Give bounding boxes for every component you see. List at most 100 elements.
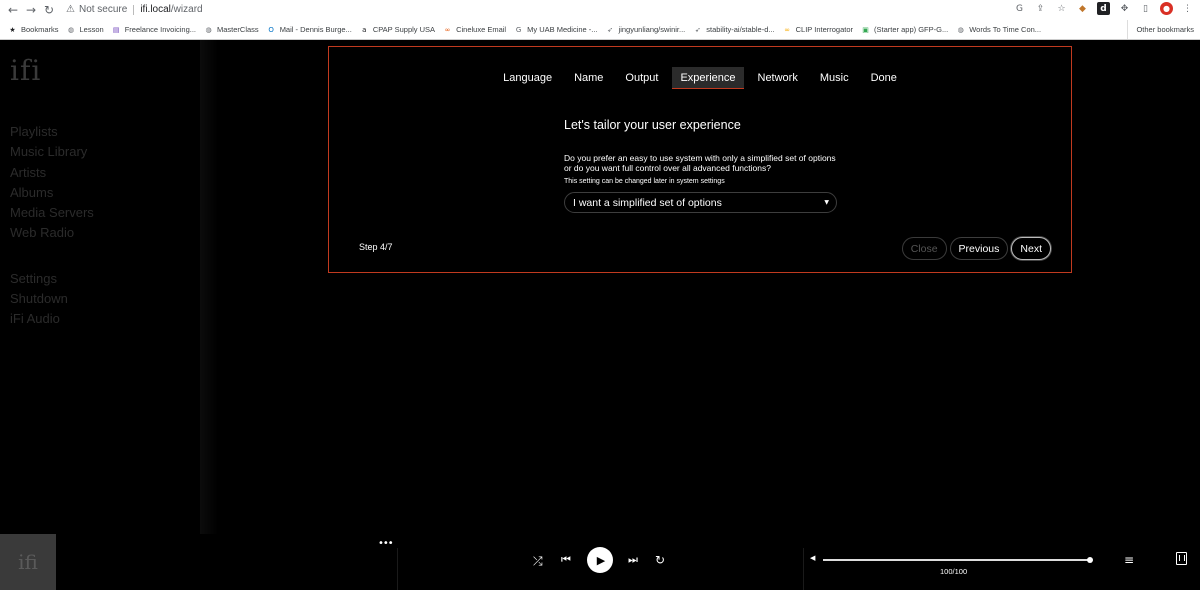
wizard-content: Let's tailor your user experience Do you… — [564, 118, 844, 213]
play-button[interactable]: ▶ — [587, 547, 613, 573]
bookmark-label: CPAP Supply USA — [372, 25, 436, 34]
bookmark-item[interactable]: ★ Bookmarks — [8, 25, 59, 34]
sidebar-item-music-library[interactable]: Music Library — [10, 142, 94, 162]
bookmark-item[interactable]: ∞ CLIP Interrogator — [783, 25, 853, 34]
repeat-icon[interactable]: ↻ — [655, 553, 665, 567]
volume-slider[interactable] — [823, 557, 1093, 563]
address-bar[interactable]: ⚠ Not secure ifi.local/wizard — [66, 0, 203, 19]
fox-extension-icon[interactable]: ◆ — [1076, 2, 1089, 15]
play-icon: ▶ — [596, 553, 606, 567]
ifi-logo[interactable]: ifi — [10, 54, 41, 87]
profile-avatar-icon[interactable]: ● — [1160, 2, 1173, 15]
bookmark-label: Freelance Invoicing... — [124, 25, 196, 34]
bookmark-star-icon[interactable]: ☆ — [1055, 2, 1068, 15]
close-button[interactable]: Close — [901, 237, 947, 260]
bookmark-label: Lesson — [79, 25, 104, 34]
bookmark-item[interactable]: ◍ Words To Time Con... — [956, 25, 1041, 34]
bookmark-item[interactable]: ➶ jingyunliang/swinir... — [606, 25, 686, 34]
back-icon[interactable]: ← — [4, 1, 22, 19]
wizard-buttons: Close Previous Next — [901, 237, 1051, 260]
volume-label: 100/100 — [940, 567, 968, 576]
sidebar-item-media-servers[interactable]: Media Servers — [10, 203, 94, 223]
menu-kebab-icon[interactable]: ⋮ — [1181, 2, 1194, 15]
previous-button[interactable]: Previous — [949, 237, 1009, 260]
sidebar-item-playlists[interactable]: Playlists — [10, 122, 94, 142]
sidebar-item-web-radio[interactable]: Web Radio — [10, 223, 94, 243]
star-icon: ★ — [9, 25, 16, 34]
tab-network[interactable]: Network — [750, 67, 806, 89]
caret-down-icon: ▼ — [824, 199, 829, 206]
tab-language[interactable]: Language — [495, 67, 560, 89]
bookmark-item[interactable]: ▣ (Starter app) GFP-G... — [861, 25, 948, 34]
bookmark-label: Words To Time Con... — [969, 25, 1042, 34]
bookmark-label: jingyunliang/swinir... — [618, 25, 686, 34]
experience-select[interactable]: I want a simplified set of options ▼ — [564, 192, 837, 213]
forward-icon[interactable]: → — [22, 1, 40, 19]
sidebar-item-artists[interactable]: Artists — [10, 163, 94, 183]
queue-icon[interactable]: ≡ — [1124, 553, 1134, 567]
bookmark-label: Cineluxe Email — [456, 25, 507, 34]
rocket-icon: ➶ — [607, 25, 613, 34]
bookmark-item[interactable]: ∞ Cineluxe Email — [443, 25, 506, 34]
bookmark-label: stability-ai/stable-d... — [706, 25, 775, 34]
share-icon[interactable]: ⇪ — [1034, 2, 1047, 15]
bookmark-item[interactable]: ◍ MasterClass — [204, 25, 259, 34]
bookmark-label: (Starter app) GFP-G... — [874, 25, 949, 34]
bookmark-label: MasterClass — [217, 25, 259, 34]
bookmark-item[interactable]: G My UAB Medicine -... — [514, 25, 598, 34]
amazon-icon: a — [362, 25, 367, 34]
volume-icon[interactable]: ◀ — [810, 554, 815, 562]
bookmark-label: My UAB Medicine -... — [527, 25, 598, 34]
tab-done[interactable]: Done — [863, 67, 905, 89]
side-panel-icon[interactable]: ▯ — [1139, 2, 1152, 15]
address-row: ← → ↻ ⚠ Not secure ifi.local/wizard G ⇪ … — [0, 0, 1200, 19]
tab-experience[interactable]: Experience — [672, 67, 744, 89]
player-bar: ifi ••• ⤮ ⏮ ▶ ⏭ ↻ ◀ 100/100 ≡ — [0, 534, 1200, 590]
bookmark-item[interactable]: a CPAP Supply USA — [360, 25, 435, 34]
next-button[interactable]: Next — [1011, 237, 1051, 260]
globe-icon: ◍ — [67, 25, 75, 34]
replit-icon: ▣ — [862, 25, 869, 34]
cineluxe-icon: ∞ — [444, 25, 451, 34]
sidebar-item-ifi-audio[interactable]: iFi Audio — [10, 309, 94, 329]
tab-music[interactable]: Music — [812, 67, 857, 89]
shuffle-icon[interactable]: ⤮ — [533, 554, 543, 569]
outlook-icon: O — [268, 25, 274, 34]
bookmark-item[interactable]: ◍ Lesson — [67, 25, 104, 34]
sidebar: ifi Playlists Music Library Artists Albums M… — [0, 40, 200, 534]
reload-icon[interactable]: ↻ — [40, 1, 58, 19]
extension-tray: G ⇪ ☆ ◆ d ✥ ▯ ● ⋮ — [1013, 2, 1194, 15]
wizard-tabs: Language Name Output Experience Network Music… — [329, 67, 1071, 89]
volume-thumb[interactable] — [1087, 557, 1093, 563]
sidebar-shadow — [200, 40, 218, 534]
next-track-icon[interactable]: ⏭ — [628, 553, 638, 567]
bookmark-item[interactable]: O Mail - Dennis Burge... — [267, 25, 352, 34]
bookmark-item[interactable]: ▤ Freelance Invoicing... — [112, 25, 196, 34]
setup-wizard: Language Name Output Experience Network Music… — [328, 46, 1072, 273]
library-icon[interactable] — [1176, 552, 1187, 565]
rocket-icon: ➶ — [694, 25, 701, 34]
google-lens-icon[interactable]: G — [1013, 2, 1026, 15]
puzzle-extensions-icon[interactable]: ✥ — [1118, 2, 1131, 15]
globe-icon: ◍ — [205, 25, 212, 34]
sidebar-item-settings[interactable]: Settings — [10, 269, 94, 289]
other-bookmarks[interactable]: Other bookmarks — [1127, 20, 1194, 39]
warning-icon: ⚠ — [66, 4, 75, 15]
previous-track-icon[interactable]: ⏮ — [561, 553, 571, 567]
player-divider — [803, 548, 804, 590]
bookmark-label: Bookmarks — [21, 25, 59, 34]
experience-select-value: I want a simplified set of options — [573, 196, 722, 209]
more-options-icon[interactable]: ••• — [378, 538, 394, 549]
bookmark-item[interactable]: ➶ stability-ai/stable-d... — [693, 25, 775, 34]
tab-output[interactable]: Output — [617, 67, 666, 89]
sidebar-item-shutdown[interactable]: Shutdown — [10, 289, 94, 309]
album-art[interactable]: ifi — [0, 534, 56, 590]
tab-name[interactable]: Name — [566, 67, 611, 89]
google-icon: G — [515, 25, 522, 34]
d-extension-icon[interactable]: d — [1097, 2, 1110, 15]
sidebar-item-albums[interactable]: Albums — [10, 183, 94, 203]
bookmark-label: Mail - Dennis Burge... — [279, 25, 352, 34]
invoice-icon: ▤ — [112, 25, 120, 34]
sidebar-nav: Playlists Music Library Artists Albums Media… — [10, 122, 94, 330]
